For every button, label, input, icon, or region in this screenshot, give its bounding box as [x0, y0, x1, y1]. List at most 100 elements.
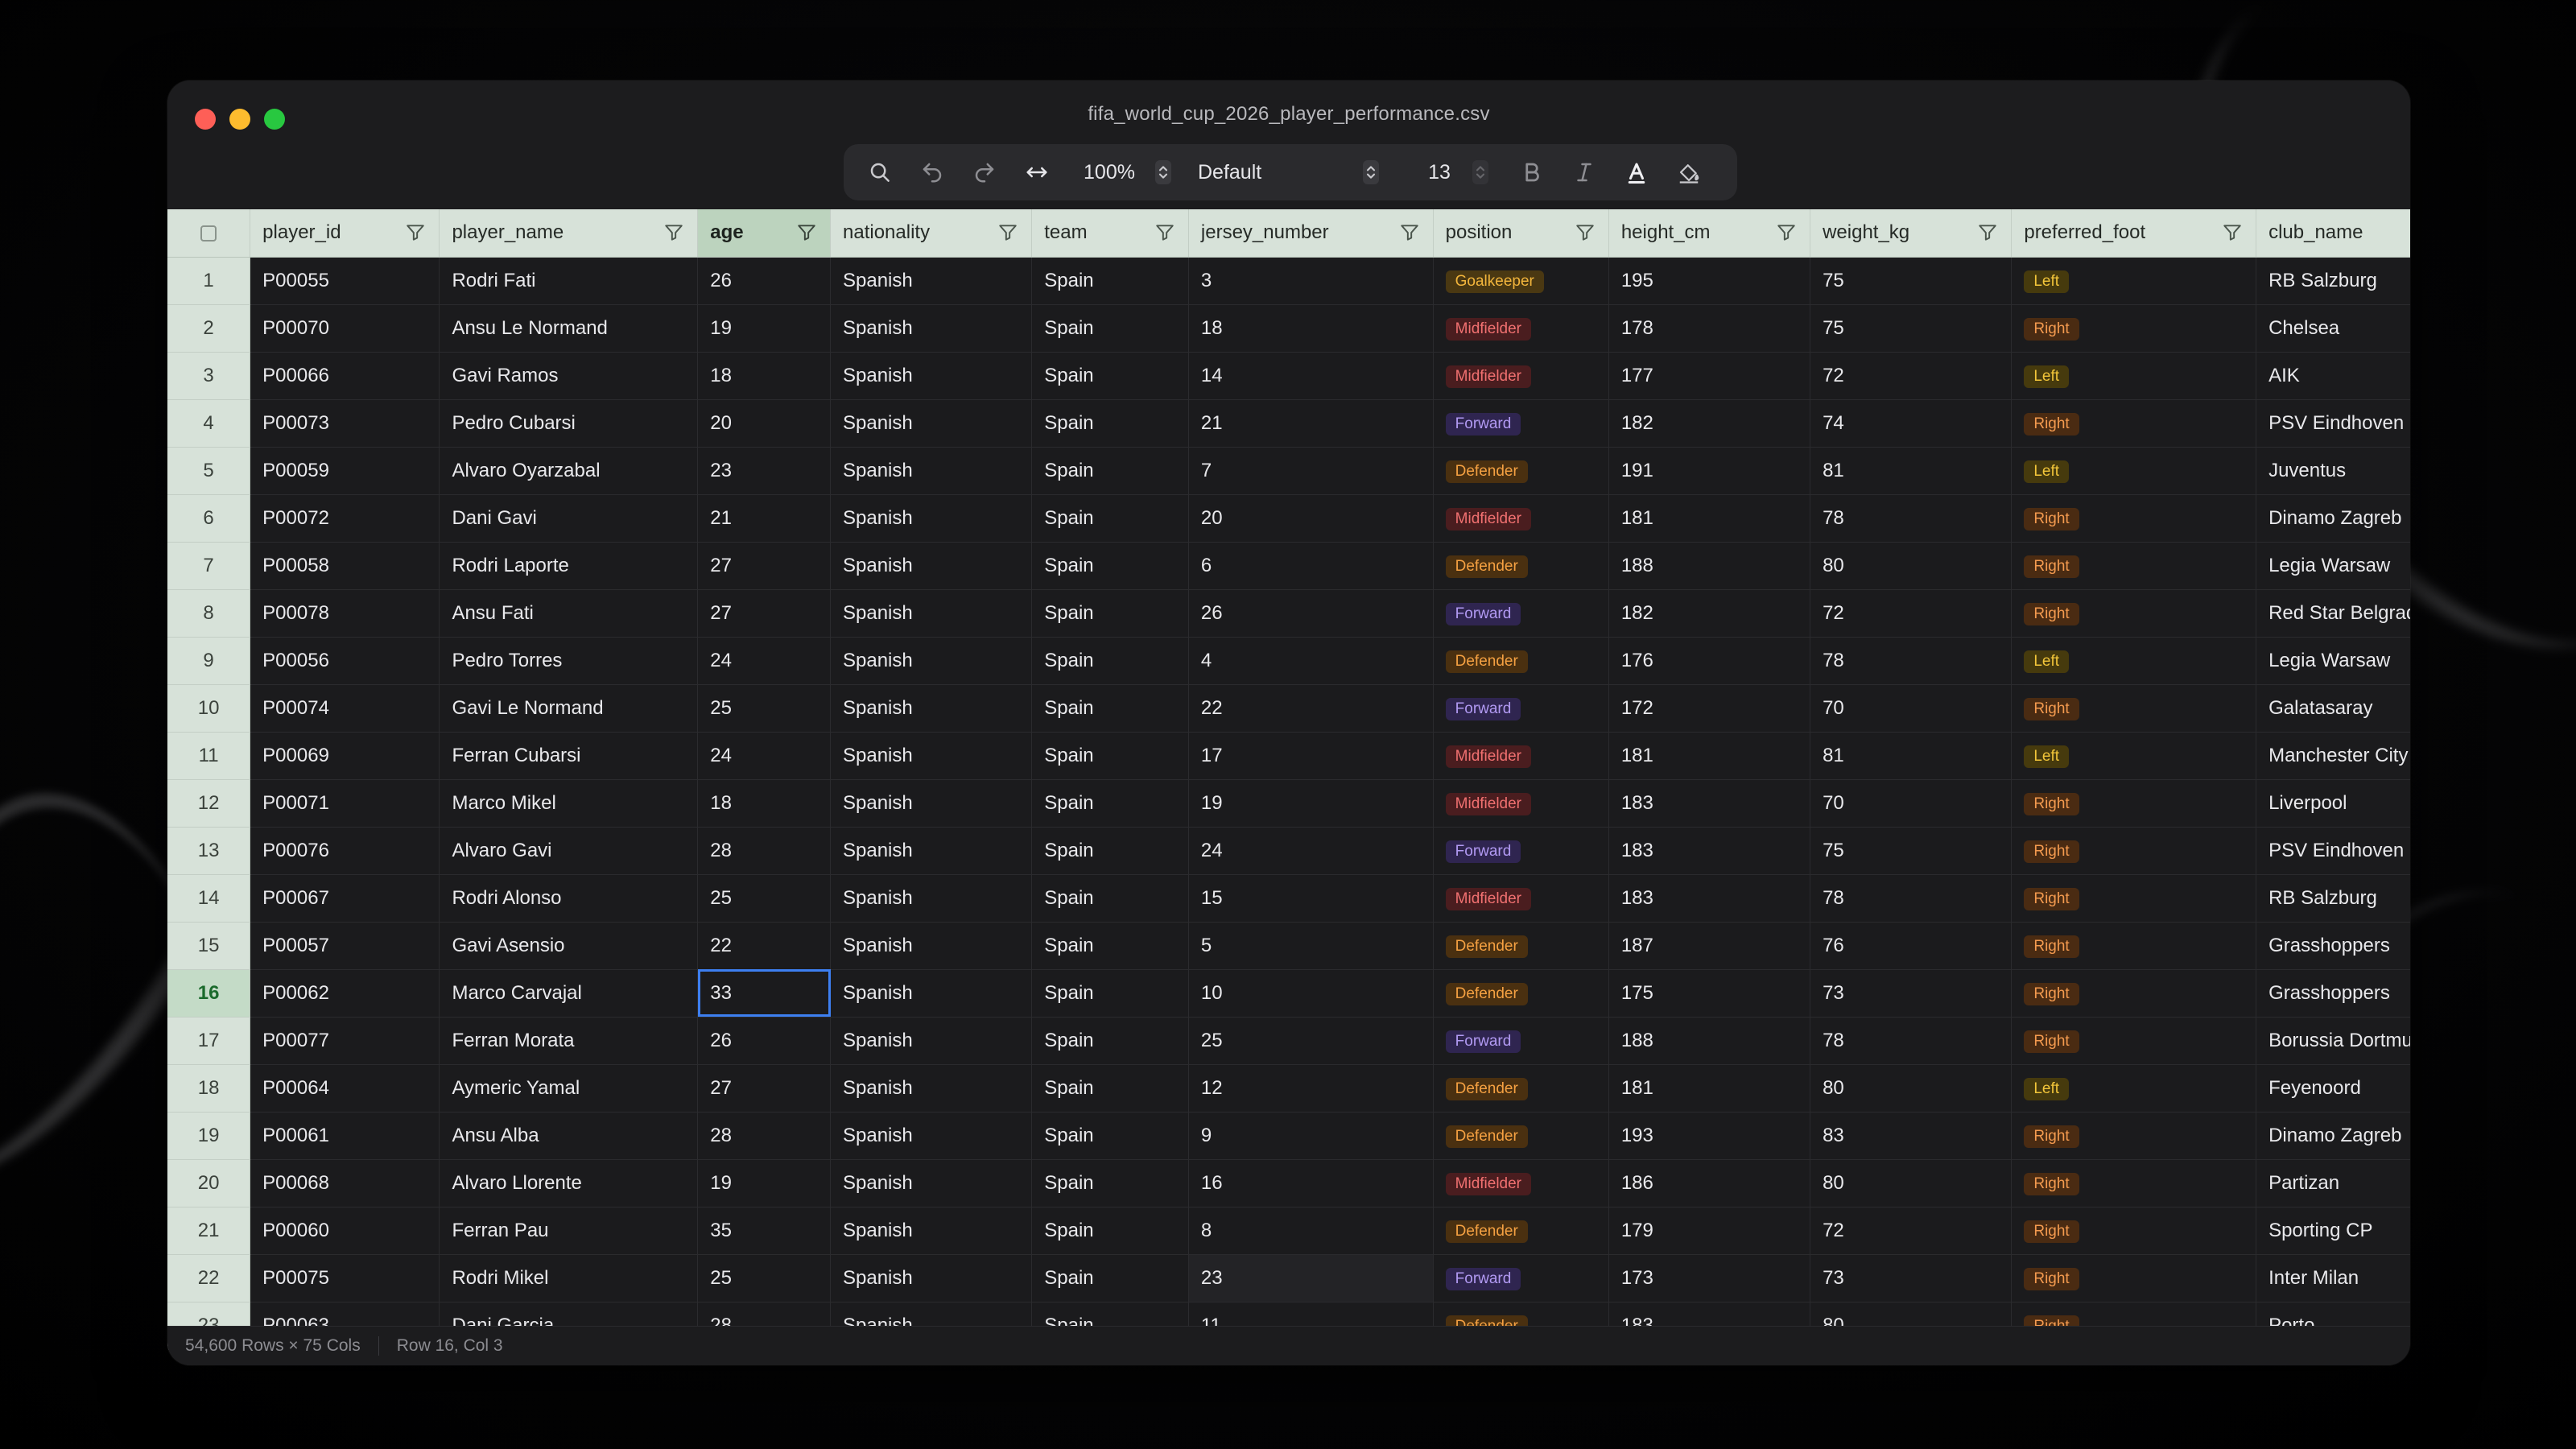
cell-player-name[interactable]: Pedro Cubarsi	[439, 399, 699, 448]
cell-player-id[interactable]: P00056	[250, 637, 440, 685]
cell-weight-kg[interactable]: 70	[1810, 684, 2013, 733]
cell-nationality[interactable]: Spanish	[830, 922, 1033, 970]
cell-player-id[interactable]: P00075	[250, 1254, 440, 1302]
cell-preferred-foot[interactable]: Left	[2011, 352, 2257, 400]
cell-club-name[interactable]: Dinamo Zagreb	[2256, 494, 2410, 543]
cell-player-id[interactable]: P00059	[250, 447, 440, 495]
cell-player-name[interactable]: Marco Carvajal	[439, 969, 699, 1018]
table-row[interactable]: 6 P00072 Dani Gavi 21 Spanish Spain 20 Midfield…	[167, 494, 2410, 543]
cell-height-cm[interactable]: 186	[1608, 1159, 1811, 1208]
font-size-value[interactable]: 13	[1415, 144, 1463, 200]
cell-position[interactable]: Defender	[1433, 1064, 1609, 1113]
row-number[interactable]: 14	[167, 874, 251, 923]
cell-nationality[interactable]: Spanish	[830, 542, 1033, 590]
cell-preferred-foot[interactable]: Right	[2011, 399, 2257, 448]
cell-age[interactable]: 25	[697, 1254, 831, 1302]
cell-player-id[interactable]: P00074	[250, 684, 440, 733]
cell-club-name[interactable]: Feyenoord	[2256, 1064, 2410, 1113]
cell-nationality[interactable]: Spanish	[830, 732, 1033, 780]
select-all-checkbox[interactable]	[167, 209, 251, 258]
cell-jersey-number[interactable]: 21	[1188, 399, 1434, 448]
cell-height-cm[interactable]: 181	[1608, 1064, 1811, 1113]
cell-team[interactable]: Spain	[1031, 1207, 1189, 1255]
cell-preferred-foot[interactable]: Right	[2011, 589, 2257, 638]
table-row[interactable]: 5 P00059 Alvaro Oyarzabal 23 Spanish Spain 7 De…	[167, 447, 2410, 495]
column-header-height-cm[interactable]: height_cm	[1608, 209, 1811, 258]
cell-nationality[interactable]: Spanish	[830, 447, 1033, 495]
cell-preferred-foot[interactable]: Right	[2011, 969, 2257, 1018]
cell-nationality[interactable]: Spanish	[830, 969, 1033, 1018]
column-header-nationality[interactable]: nationality	[830, 209, 1033, 258]
table-row[interactable]: 2 P00070 Ansu Le Normand 19 Spanish Spain 18 Mi…	[167, 304, 2410, 353]
table-row[interactable]: 22 P00075 Rodri Mikel 25 Spanish Spain 23 Forwa…	[167, 1254, 2410, 1302]
cell-height-cm[interactable]: 193	[1608, 1112, 1811, 1160]
cell-height-cm[interactable]: 191	[1608, 447, 1811, 495]
cell-preferred-foot[interactable]: Right	[2011, 494, 2257, 543]
table-row[interactable]: 13 P00076 Alvaro Gavi 28 Spanish Spain 24 Forwa…	[167, 827, 2410, 875]
cell-nationality[interactable]: Spanish	[830, 874, 1033, 923]
cell-nationality[interactable]: Spanish	[830, 1064, 1033, 1113]
filter-icon[interactable]	[1776, 222, 1797, 243]
cell-team[interactable]: Spain	[1031, 1112, 1189, 1160]
cell-team[interactable]: Spain	[1031, 589, 1189, 638]
cell-player-id[interactable]: P00073	[250, 399, 440, 448]
cell-player-id[interactable]: P00057	[250, 922, 440, 970]
font-size-stepper[interactable]	[1468, 144, 1492, 200]
cell-age[interactable]: 28	[697, 827, 831, 875]
row-number[interactable]: 20	[167, 1159, 251, 1208]
cell-team[interactable]: Spain	[1031, 304, 1189, 353]
cell-age[interactable]: 35	[697, 1207, 831, 1255]
filter-icon[interactable]	[1575, 222, 1596, 243]
cell-club-name[interactable]: Grasshoppers	[2256, 922, 2410, 970]
cell-height-cm[interactable]: 188	[1608, 1017, 1811, 1065]
cell-player-name[interactable]: Rodri Alonso	[439, 874, 699, 923]
cell-position[interactable]: Midfielder	[1433, 779, 1609, 828]
cell-club-name[interactable]: Chelsea	[2256, 304, 2410, 353]
cell-team[interactable]: Spain	[1031, 1254, 1189, 1302]
cell-position[interactable]: Goalkeeper	[1433, 257, 1609, 305]
cell-height-cm[interactable]: 172	[1608, 684, 1811, 733]
cell-jersey-number[interactable]: 26	[1188, 589, 1434, 638]
cell-jersey-number[interactable]: 18	[1188, 304, 1434, 353]
column-header-preferred-foot[interactable]: preferred_foot	[2011, 209, 2257, 258]
cell-position[interactable]: Forward	[1433, 1254, 1609, 1302]
cell-height-cm[interactable]: 176	[1608, 637, 1811, 685]
cell-position[interactable]: Defender	[1433, 969, 1609, 1018]
cell-player-name[interactable]: Rodri Mikel	[439, 1254, 699, 1302]
cell-jersey-number[interactable]: 25	[1188, 1017, 1434, 1065]
cell-player-name[interactable]: Alvaro Gavi	[439, 827, 699, 875]
cell-jersey-number[interactable]: 7	[1188, 447, 1434, 495]
cell-height-cm[interactable]: 182	[1608, 589, 1811, 638]
cell-age[interactable]: 22	[697, 922, 831, 970]
table-row[interactable]: 3 P00066 Gavi Ramos 18 Spanish Spain 14 Midfiel…	[167, 352, 2410, 400]
cell-height-cm[interactable]: 178	[1608, 304, 1811, 353]
cell-player-id[interactable]: P00072	[250, 494, 440, 543]
cell-preferred-foot[interactable]: Right	[2011, 684, 2257, 733]
cell-preferred-foot[interactable]: Right	[2011, 827, 2257, 875]
cell-nationality[interactable]: Spanish	[830, 589, 1033, 638]
cell-jersey-number[interactable]: 16	[1188, 1159, 1434, 1208]
cell-player-id[interactable]: P00070	[250, 304, 440, 353]
cell-height-cm[interactable]: 181	[1608, 732, 1811, 780]
cell-club-name[interactable]: Borussia Dortmund	[2256, 1017, 2410, 1065]
cell-jersey-number[interactable]: 17	[1188, 732, 1434, 780]
table-row[interactable]: 20 P00068 Alvaro Llorente 19 Spanish Spain 16 M…	[167, 1159, 2410, 1208]
cell-club-name[interactable]: PSV Eindhoven	[2256, 399, 2410, 448]
row-number[interactable]: 18	[167, 1064, 251, 1113]
cell-position[interactable]: Defender	[1433, 1207, 1609, 1255]
row-number[interactable]: 2	[167, 304, 251, 353]
cell-player-name[interactable]: Rodri Fati	[439, 257, 699, 305]
row-number[interactable]: 10	[167, 684, 251, 733]
cell-preferred-foot[interactable]: Right	[2011, 922, 2257, 970]
cell-nationality[interactable]: Spanish	[830, 637, 1033, 685]
cell-nationality[interactable]: Spanish	[830, 494, 1033, 543]
cell-player-name[interactable]: Gavi Ramos	[439, 352, 699, 400]
cell-nationality[interactable]: Spanish	[830, 352, 1033, 400]
cell-position[interactable]: Forward	[1433, 399, 1609, 448]
cell-club-name[interactable]: PSV Eindhoven	[2256, 827, 2410, 875]
cell-team[interactable]: Spain	[1031, 1159, 1189, 1208]
cell-weight-kg[interactable]: 80	[1810, 542, 2013, 590]
cell-age[interactable]: 25	[697, 874, 831, 923]
font-family-stepper[interactable]	[1359, 144, 1383, 200]
row-number[interactable]: 15	[167, 922, 251, 970]
